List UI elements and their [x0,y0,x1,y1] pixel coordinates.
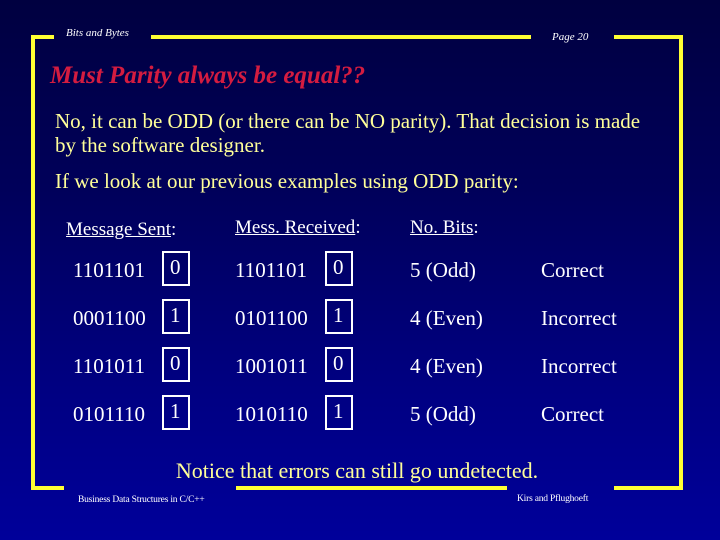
sent-parity-bit: 1 [162,299,190,334]
bit-count: 4 (Even) [410,306,483,330]
notice-text: Notice that errors can still go undetect… [0,458,720,484]
page-number: Page 20 [552,31,589,43]
sent-data-bits: 0001100 [73,306,146,330]
table-row: 0001100 1 0101100 1 4 (Even) Incorrect [0,299,720,339]
received-parity-bit: 1 [325,299,353,334]
column-header-label: Mess. Received [235,217,356,238]
column-header-message-sent: Message Sent: [66,219,176,241]
slide-title: Must Parity always be equal?? [50,62,366,89]
sent-data-bits: 1101101 [73,258,145,282]
received-data-bits: 1001011 [235,354,308,378]
frame-top-right [614,35,683,39]
paragraph-examples: If we look at our previous examples usin… [55,169,519,193]
sent-parity-bit: 0 [162,251,190,286]
received-data-bits: 1010110 [235,402,308,426]
paragraph-intro: No, it can be ODD (or there can be NO pa… [55,109,641,157]
received-data-bits: 1101101 [235,258,307,282]
bit-count: 5 (Odd) [410,402,476,426]
column-header-label: Message Sent [66,219,172,240]
received-parity-bit: 0 [325,251,353,286]
sent-parity-bit: 1 [162,395,190,430]
frame-top-left [32,35,54,39]
header-course-label: Bits and Bytes [66,27,129,39]
parity-result: Incorrect [541,306,617,330]
frame-bottom-right [614,486,683,490]
frame-bottom-left [31,486,64,490]
footer-course-label: Business Data Structures in C/C++ [78,495,205,505]
received-parity-bit: 1 [325,395,353,430]
table-row: 1101101 0 1101101 0 5 (Odd) Correct [0,251,720,291]
column-header-colon: : [473,217,479,238]
table-row: 1101011 0 1001011 0 4 (Even) Incorrect [0,347,720,387]
frame-bottom-middle [236,486,507,490]
column-header-colon: : [171,219,177,240]
frame-top-middle [151,35,531,39]
table-row: 0101110 1 1010110 1 5 (Odd) Correct [0,395,720,435]
column-header-label: No. Bits [410,217,474,238]
notice-label: Notice that errors can still go undetect… [175,458,539,483]
sent-data-bits: 0101110 [73,402,145,426]
sent-data-bits: 1101011 [73,354,145,378]
bit-count: 5 (Odd) [410,258,476,282]
received-data-bits: 0101100 [235,306,308,330]
column-header-number-of-bits: No. Bits: [410,217,479,239]
received-parity-bit: 0 [325,347,353,382]
column-header-message-received: Mess. Received: [235,217,361,239]
sent-parity-bit: 0 [162,347,190,382]
footer-authors-label: Kirs and Pflughoeft [517,494,589,504]
parity-result: Correct [541,258,604,282]
column-header-colon: : [355,217,361,238]
parity-result: Incorrect [541,354,617,378]
parity-result: Correct [541,402,604,426]
bit-count: 4 (Even) [410,354,483,378]
